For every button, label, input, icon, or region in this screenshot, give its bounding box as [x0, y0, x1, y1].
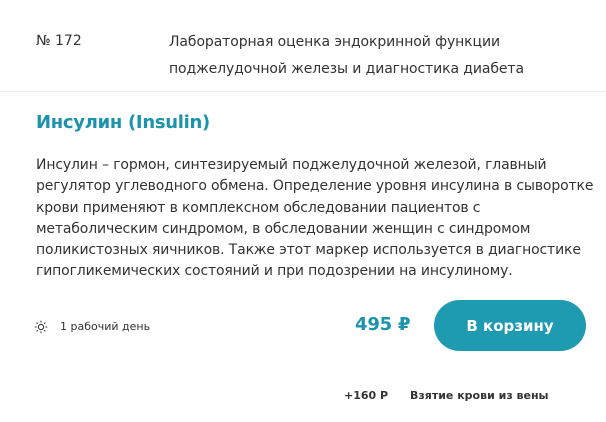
extra-service-label: Взятие крови из вены: [410, 389, 549, 402]
divider: [0, 91, 606, 92]
test-category-line: поджелудочной железы и диагностика диабе…: [169, 61, 524, 77]
test-description: Инсулин – гормон, синтезируемый поджелуд…: [36, 157, 594, 280]
duration-info: 1 рабочий день: [34, 316, 150, 336]
test-number: № 172: [36, 33, 82, 49]
test-title: Инсулин (Insulin): [36, 112, 210, 133]
add-to-cart-button[interactable]: В корзину: [434, 300, 586, 351]
test-price: 495 ₽: [355, 314, 411, 335]
test-card: № 172 Лабораторная оценка эндокринной фу…: [0, 0, 606, 422]
sun-icon: [34, 319, 48, 334]
test-category-line: Лабораторная оценка эндокринной функции: [169, 34, 500, 50]
duration-label: 1 рабочий день: [60, 319, 151, 333]
extra-service-price: +160 Р: [344, 389, 389, 402]
test-category: Лабораторная оценка эндокринной функции …: [169, 29, 589, 83]
